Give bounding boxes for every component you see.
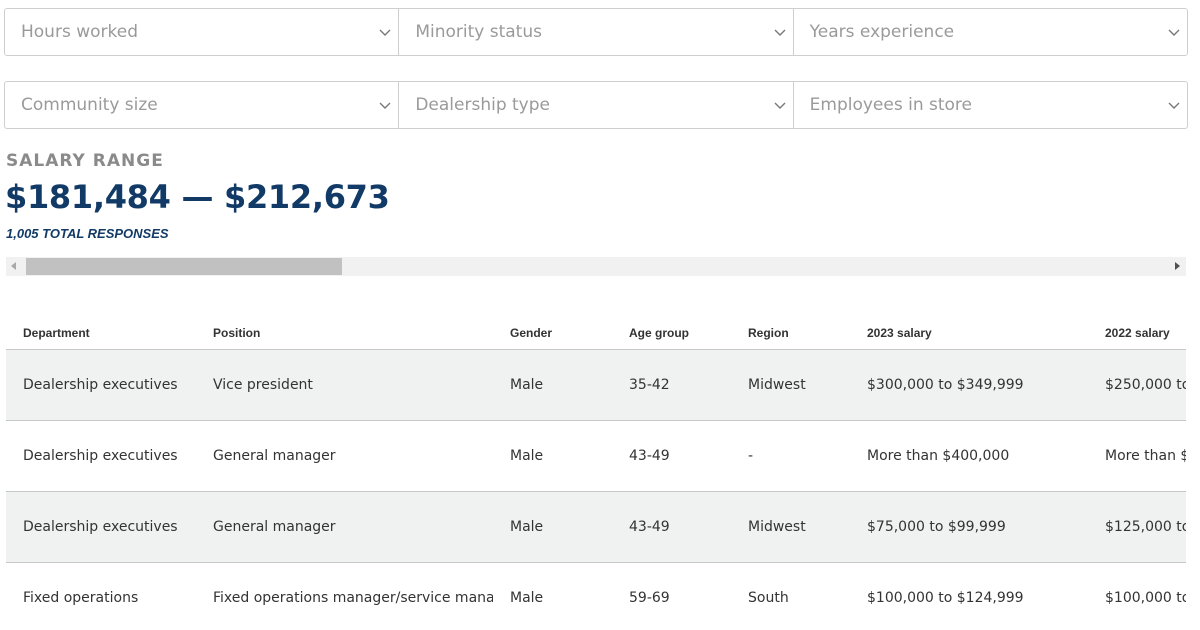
filter-row-1: Hours worked Minority status Years exper…	[4, 8, 1188, 56]
years-experience-select[interactable]: Years experience	[794, 9, 1187, 55]
cell-department: Dealership executives	[6, 420, 196, 492]
salary-table: Department Position Gender Age group Reg…	[6, 318, 1186, 630]
cell-2023-salary: More than $400,000	[850, 420, 1088, 492]
cell-region: Midwest	[731, 491, 850, 563]
dealership-type-select[interactable]: Dealership type	[399, 82, 794, 128]
cell-2022-salary: More than $4	[1088, 420, 1186, 492]
community-size-select[interactable]: Community size	[5, 82, 400, 128]
cell-position: Vice president	[196, 349, 493, 421]
cell-position: General manager	[196, 491, 493, 563]
column-header-department: Department	[6, 318, 196, 350]
cell-region: Midwest	[731, 349, 850, 421]
column-header-age-group: Age group	[612, 318, 731, 350]
cell-position: General manager	[196, 420, 493, 492]
cell-2022-salary: $100,000 to $	[1088, 562, 1186, 630]
salary-table-container: Department Position Gender Age group Reg…	[6, 318, 1186, 630]
scroll-right-arrow-icon[interactable]	[1175, 262, 1180, 270]
cell-2023-salary: $100,000 to $124,999	[850, 562, 1088, 630]
column-header-position: Position	[196, 318, 493, 350]
select-placeholder: Years experience	[809, 22, 955, 42]
column-header-2023-salary: 2023 salary	[850, 318, 1088, 350]
cell-region: South	[731, 562, 850, 630]
cell-2023-salary: $300,000 to $349,999	[850, 349, 1088, 421]
chevron-down-icon	[1168, 29, 1180, 36]
cell-gender: Male	[493, 562, 612, 630]
cell-gender: Male	[493, 491, 612, 563]
select-placeholder: Hours worked	[21, 22, 138, 42]
total-responses: 1,005 TOTAL RESPONSES	[6, 226, 169, 241]
chevron-down-icon	[774, 102, 786, 109]
cell-2022-salary: $125,000 to $	[1088, 491, 1186, 563]
chevron-down-icon	[774, 29, 786, 36]
column-header-gender: Gender	[493, 318, 612, 350]
chevron-down-icon	[379, 102, 391, 109]
filter-row-2: Community size Dealership type Employees…	[4, 81, 1188, 129]
select-placeholder: Community size	[21, 95, 158, 115]
select-placeholder: Minority status	[415, 22, 542, 42]
cell-department: Dealership executives	[6, 349, 196, 421]
employees-in-store-select[interactable]: Employees in store	[794, 82, 1187, 128]
cell-position: Fixed operations manager/service manager	[196, 562, 493, 630]
hours-worked-select[interactable]: Hours worked	[5, 9, 400, 55]
scrollbar-thumb[interactable]	[26, 258, 342, 275]
table-header-row: Department Position Gender Age group Reg…	[6, 318, 1186, 350]
cell-2023-salary: $75,000 to $99,999	[850, 491, 1088, 563]
select-placeholder: Dealership type	[415, 95, 550, 115]
chevron-down-icon	[379, 29, 391, 36]
cell-region: -	[731, 420, 850, 492]
cell-department: Fixed operations	[6, 562, 196, 630]
salary-range-value: $181,484 — $212,673	[5, 178, 390, 216]
select-placeholder: Employees in store	[809, 95, 973, 115]
table-row: Dealership executives General manager Ma…	[6, 491, 1186, 563]
cell-gender: Male	[493, 420, 612, 492]
column-header-region: Region	[731, 318, 850, 350]
salary-range-label: SALARY RANGE	[6, 151, 164, 171]
cell-gender: Male	[493, 349, 612, 421]
column-header-2022-salary: 2022 salary	[1088, 318, 1186, 350]
cell-age-group: 35-42	[612, 349, 731, 421]
cell-2022-salary: $250,000 to $	[1088, 349, 1186, 421]
chevron-down-icon	[1168, 102, 1180, 109]
cell-department: Dealership executives	[6, 491, 196, 563]
table-row: Dealership executives Vice president Mal…	[6, 349, 1186, 421]
horizontal-scrollbar[interactable]	[6, 257, 1186, 276]
scroll-left-arrow-icon[interactable]	[11, 262, 16, 270]
table-row: Dealership executives General manager Ma…	[6, 420, 1186, 492]
cell-age-group: 43-49	[612, 420, 731, 492]
minority-status-select[interactable]: Minority status	[399, 9, 794, 55]
cell-age-group: 43-49	[612, 491, 731, 563]
cell-age-group: 59-69	[612, 562, 731, 630]
table-row: Fixed operations Fixed operations manage…	[6, 562, 1186, 630]
